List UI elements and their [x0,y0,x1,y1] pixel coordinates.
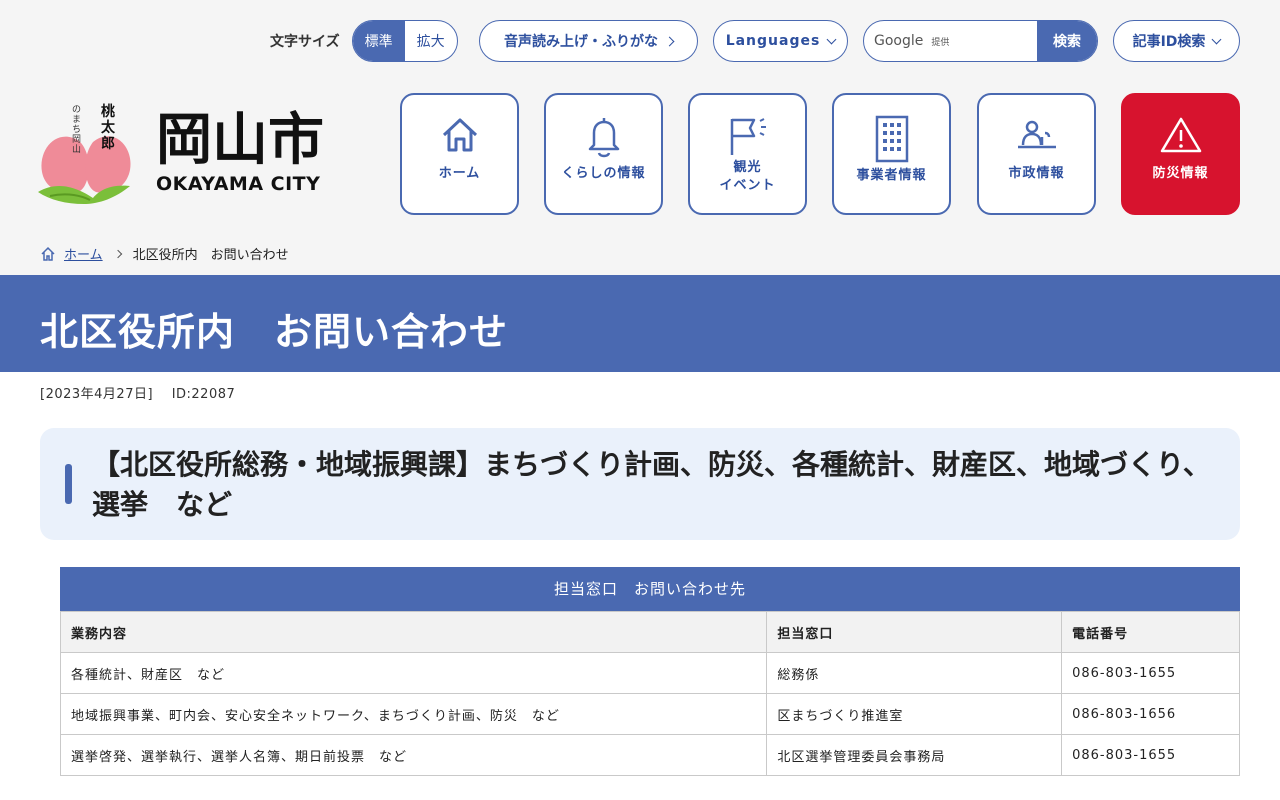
font-size-toggle: 標準 拡大 [351,20,458,62]
breadcrumb-home-link[interactable]: ホーム [64,244,103,263]
article-id: ID:22087 [171,387,236,402]
bell-icon [588,118,619,158]
svg-text:岡: 岡 [72,134,81,145]
row-phone: 086-803-1655 [1061,652,1240,694]
provided-by-label: 提供 [931,37,950,48]
contact-table: 担当窓口 お問い合わせ先 業務内容 担当窓口 電話番号 各種統計、財産区 など … [59,567,1240,776]
row-business: 地域振興事業、町内会、安心安全ネットワーク、まちづくり計画、防災 など [59,693,768,735]
nav-living[interactable]: くらしの情報 [544,93,663,215]
table-row: 地域振興事業、町内会、安心安全ネットワーク、まちづくり計画、防災 など 区まちづ… [59,693,1240,735]
site-logo[interactable]: 桃 太 郎 の ま ち 岡 山 岡山市 OKAYAMA CITY [38,100,338,210]
podium-icon [1017,120,1056,149]
nav-home[interactable]: ホーム [400,93,519,215]
languages-button[interactable]: Languages [713,20,848,62]
row-phone: 086-803-1656 [1061,693,1240,735]
row-desk: 区まちづくり推進室 [766,693,1063,735]
breadcrumb-current: 北区役所内 お問い合わせ [132,248,289,263]
home-icon [442,118,477,152]
row-desk: 北区選挙管理委員会事務局 [766,734,1063,776]
header-business: 業務内容 [59,611,768,653]
nav-tourism-label: 観光 イベント [719,160,776,193]
nav-living-label: くらしの情報 [561,166,646,181]
page-meta: [2023年4月27日] ID:22087 [40,383,235,402]
read-aloud-label: 音声読み上げ・ふりがな [504,34,658,50]
header-phone: 電話番号 [1061,611,1240,653]
svg-text:ま: ま [72,114,81,125]
nav-business[interactable]: 事業者情報 [832,93,951,215]
table-row: 各種統計、財産区 など 総務係 086-803-1655 [59,652,1240,694]
page-title: 北区役所内 お問い合わせ [40,310,509,354]
svg-text:の: の [72,105,81,115]
chevron-right-icon [113,249,122,258]
font-size-large-button[interactable]: 拡大 [405,21,457,61]
nav-city-government-label: 市政情報 [1008,166,1065,181]
font-size-standard-button[interactable]: 標準 [352,21,405,61]
table-row: 選挙啓発、選挙執行、選挙人名簿、期日前投票 など 北区選挙管理委員会事務局 08… [59,734,1240,776]
svg-text:郎: 郎 [101,135,115,152]
breadcrumb: ホーム 北区役所内 お問い合わせ [40,244,289,263]
building-icon [875,115,908,163]
article-id-search-button[interactable]: 記事ID検索 [1113,20,1240,62]
section-heading: 【北区役所総務・地域振興課】まちづくり計画、防災、各種統計、財産区、地域づくり、… [92,448,1211,521]
search-button[interactable]: 検索 [1037,21,1097,61]
table-caption: 担当窓口 お問い合わせ先 [60,567,1240,611]
heading-accent-bar [65,464,72,504]
row-business: 各種統計、財産区 など [59,652,768,694]
nav-business-label: 事業者情報 [856,168,927,183]
peach-mascot-icon: 桃 太 郎 の ま ち 岡 山 [38,103,131,204]
row-phone: 086-803-1655 [1061,734,1240,776]
title-banner: 北区役所内 お問い合わせ [0,275,1280,372]
chevron-down-icon [1211,34,1222,44]
svg-text:山: 山 [72,144,81,155]
row-business: 選挙啓発、選挙執行、選挙人名簿、期日前投票 など [59,734,768,776]
warning-icon [1160,117,1201,153]
font-size-label: 文字サイズ [270,34,340,50]
header-contact-desk: 担当窓口 [766,611,1063,653]
svg-text:ち: ち [72,124,81,135]
nav-disaster-label: 防災情報 [1152,166,1209,181]
publish-date: [2023年4月27日] [40,387,154,402]
nav-home-label: ホーム [438,166,481,181]
svg-text:太: 太 [101,119,116,136]
home-icon [41,246,55,261]
flag-icon [730,118,766,155]
site-search: Google 提供 検索 [863,20,1098,62]
chevron-down-icon [826,34,837,44]
nav-disaster[interactable]: 防災情報 [1121,93,1240,215]
font-size-control: 文字サイズ 標準 拡大 [270,20,458,62]
read-aloud-button[interactable]: 音声読み上げ・ふりがな [479,20,698,62]
chevron-right-icon [664,36,675,46]
logo-kanji: 岡山市 [156,107,324,173]
languages-label: Languages [725,33,821,49]
svg-text:桃: 桃 [101,103,115,120]
google-logo: Google [874,33,924,49]
section-heading-box: 【北区役所総務・地域振興課】まちづくり計画、防災、各種統計、財産区、地域づくり、… [40,428,1240,540]
table-header-row: 業務内容 担当窓口 電話番号 [59,611,1240,653]
article-id-search-label: 記事ID検索 [1132,34,1206,50]
logo-english: OKAYAMA CITY [156,173,321,195]
nav-city-government[interactable]: 市政情報 [977,93,1096,215]
search-input[interactable]: Google 提供 [864,21,1037,61]
row-desk: 総務係 [766,652,1063,694]
nav-tourism[interactable]: 観光 イベント [688,93,807,215]
